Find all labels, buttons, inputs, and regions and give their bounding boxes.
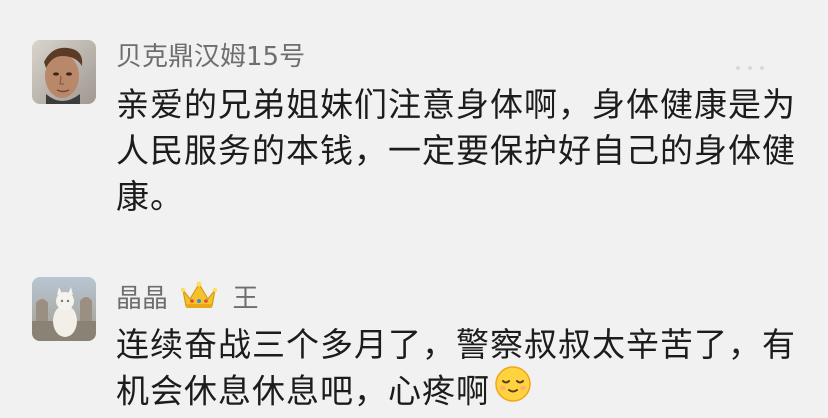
avatar-image (32, 40, 96, 104)
comment-text: 连续奋战三个多月了，警察叔叔太辛苦了，有 机会休息休息吧，心疼啊 (116, 322, 796, 418)
avatar[interactable] (32, 277, 96, 341)
author-name-suffix: 王 (232, 284, 259, 314)
relieved-face-emoji-icon (494, 365, 532, 415)
comment-line: 康。 (116, 177, 184, 216)
more-options-icon[interactable] (736, 66, 776, 72)
author-name[interactable]: 贝克鼎汉姆15号 (116, 40, 305, 74)
comment-line: 机会休息休息吧，心疼啊 (116, 365, 796, 418)
comment-text: 亲爱的兄弟姐妹们注意身体啊，身体健康是为 人民服务的本钱，一定要保护好自己的身体… (116, 82, 796, 220)
author-name-text: 晶晶 (116, 284, 169, 314)
crown-icon (180, 280, 218, 319)
comment-line: 亲爱的兄弟姐妹们注意身体啊，身体健康是为 (116, 85, 796, 124)
comment-item: 贝克鼎汉姆15号 亲爱的兄弟姐妹们注意身体啊，身体健康是为 人民服务的本钱，一定… (0, 0, 828, 250)
avatar-image (32, 277, 96, 341)
avatar[interactable] (32, 40, 96, 104)
comment-line: 连续奋战三个多月了，警察叔叔太辛苦了，有 (116, 325, 796, 364)
comment-item: 晶晶 王 连续奋战三个多月了，警察叔叔太辛苦了，有 机会休息休息吧，心疼啊 (0, 250, 828, 417)
comment-line: 人民服务的本钱，一定要保护好自己的身体健 (116, 131, 796, 170)
comment-line-text: 机会休息休息吧，心疼啊 (116, 371, 490, 411)
author-name[interactable]: 晶晶 王 (116, 280, 259, 319)
